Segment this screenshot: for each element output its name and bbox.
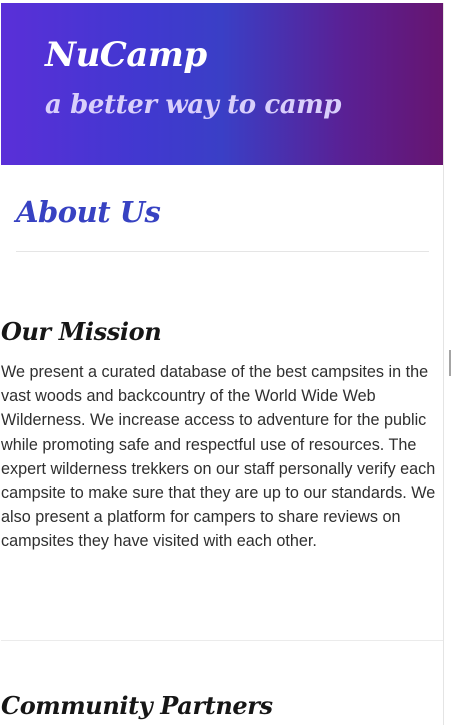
brand-title: NuCamp [45, 35, 207, 75]
hero-banner: NuCamp a better way to camp [1, 3, 443, 165]
page-title: About Us [16, 195, 161, 229]
about-page: NuCamp a better way to camp About Us Our… [1, 3, 443, 725]
partners-heading: Community Partners [1, 691, 273, 720]
browser-viewport: NuCamp a better way to camp About Us Our… [0, 0, 451, 725]
mission-heading: Our Mission [1, 317, 162, 346]
mission-paragraph: We present a curated database of the bes… [1, 363, 436, 551]
section-divider [1, 640, 443, 641]
brand-tagline: a better way to camp [45, 90, 342, 120]
title-divider [16, 251, 429, 252]
